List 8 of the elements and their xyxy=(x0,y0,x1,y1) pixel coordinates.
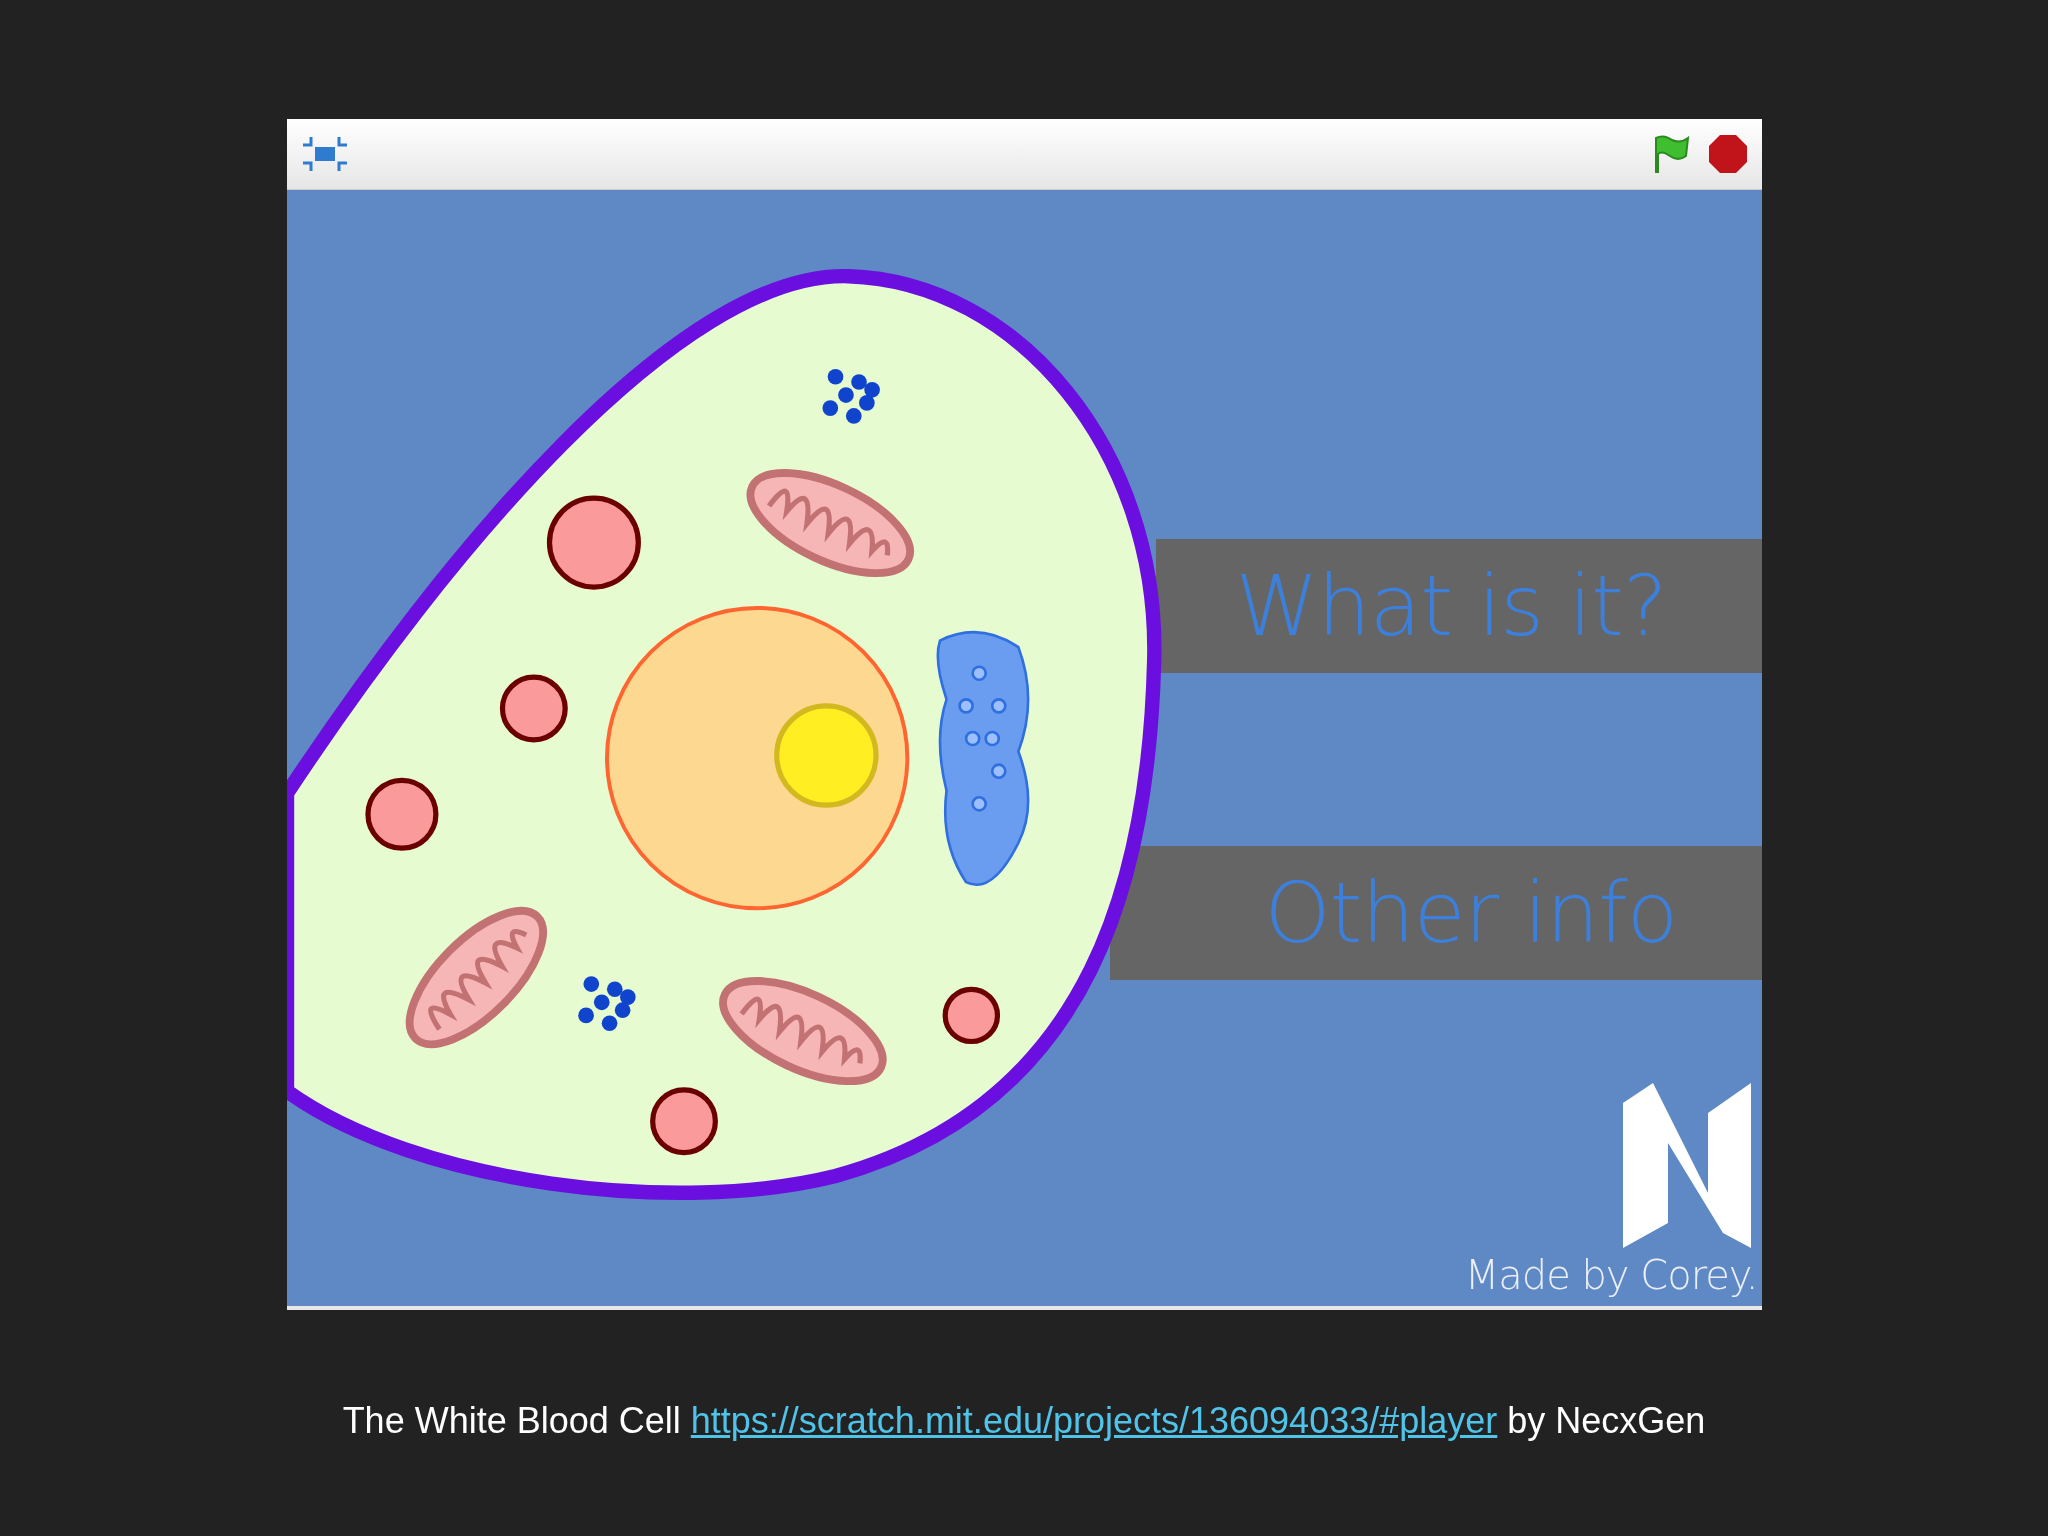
caption-text: The White Blood Cell https://scratch.mit.edu/projects/136094033/#player by NecxGen xyxy=(342,1400,1706,1442)
menu-button[interactable]: What is it? xyxy=(1155,539,1762,673)
project-link[interactable]: https://scratch.mit.edu/projects/136094033/#player xyxy=(690,1400,1498,1441)
menu-button[interactable]: Other info xyxy=(1109,846,1762,980)
fullscreen-icon[interactable] xyxy=(300,135,349,173)
credit-text: Made by Corey. xyxy=(1464,1252,1758,1298)
logo-icon xyxy=(1622,1083,1753,1248)
stop-icon[interactable] xyxy=(1707,134,1748,174)
